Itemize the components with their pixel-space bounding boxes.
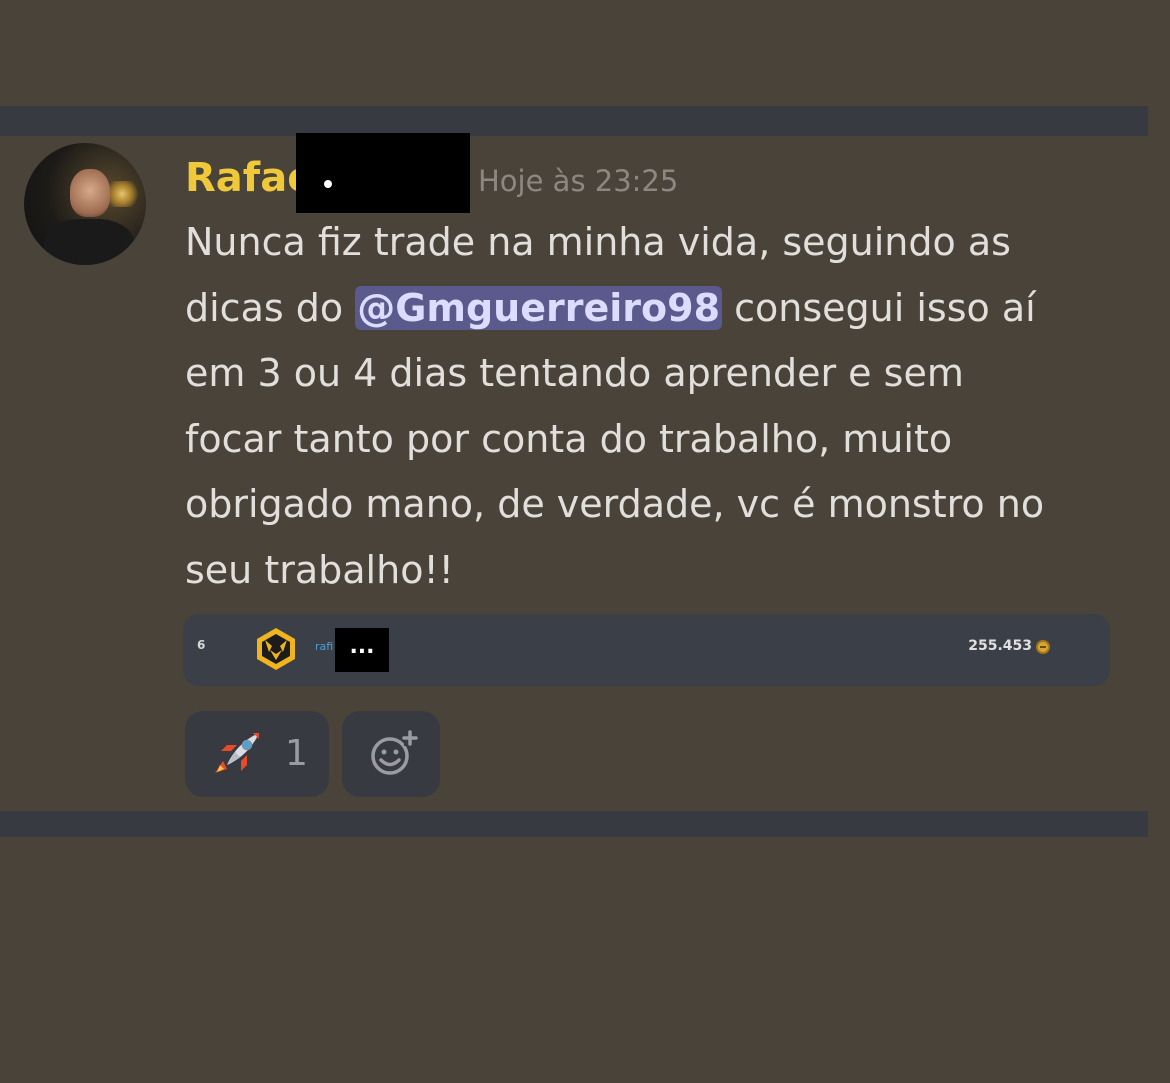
message-text: consegui isso aí	[722, 285, 1036, 330]
message-content: Nunca fiz trade na minha vida, seguindo …	[185, 210, 1125, 603]
avatar[interactable]	[24, 143, 146, 265]
message-line: seu trabalho!!	[185, 547, 454, 592]
message-line: obrigado mano, de verdade, vc é monstro …	[185, 482, 1045, 526]
rank-number: 6	[197, 638, 206, 652]
player-name-fragment: rafi	[315, 640, 334, 653]
top-divider	[0, 106, 1148, 136]
avatar-body	[44, 219, 134, 265]
redacted-dot	[324, 180, 332, 188]
message-line: em 3 ou 4 dias tentando aprender e sem	[185, 351, 964, 395]
message-text: dicas do	[185, 285, 356, 330]
redacted-player-name: ...	[335, 628, 389, 672]
coin-icon	[1036, 640, 1050, 654]
redacted-username-block	[296, 133, 470, 213]
add-emoji-icon	[371, 730, 418, 775]
leaderboard-embed: 6 rafi ... 255.453	[183, 614, 1110, 686]
wolf-badge-icon	[257, 628, 295, 670]
message-line: dicas do @Gmguerreiro98 consegui isso aí	[185, 276, 1125, 342]
score-value: 255.453	[968, 638, 1032, 654]
avatar-face	[70, 169, 110, 217]
message-line: Nunca fiz trade na minha vida, seguindo …	[185, 220, 1011, 264]
user-mention[interactable]: @Gmguerreiro98	[355, 285, 723, 330]
rocket-icon	[215, 733, 259, 773]
username[interactable]: Rafae	[185, 152, 314, 204]
timestamp: Hoje às 23:25	[478, 164, 679, 198]
bottom-divider	[0, 811, 1148, 837]
message-line: focar tanto por conta do trabalho, muito	[185, 416, 953, 461]
rocket-reaction-button[interactable]: 1	[185, 711, 329, 797]
reaction-count: 1	[285, 733, 308, 774]
add-reaction-button[interactable]	[342, 711, 440, 797]
